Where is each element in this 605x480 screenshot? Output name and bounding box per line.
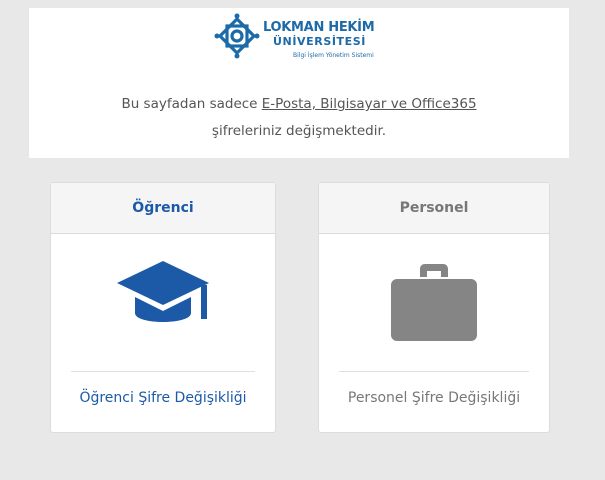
info-services: E-Posta, Bilgisayar ve Office365 bbox=[261, 96, 477, 112]
logo-subtitle: Bilgi İşlem Yönetim Sistemi bbox=[293, 52, 374, 59]
staff-password-change-link[interactable]: Personel Şifre Değişikliği bbox=[319, 390, 549, 406]
staff-card[interactable]: Personel Personel Şifre Değişikliği bbox=[318, 182, 550, 433]
student-password-change-link[interactable]: Öğrenci Şifre Değişikliği bbox=[51, 390, 275, 406]
info-message: Bu sayfadan sadece E-Posta, Bilgisayar v… bbox=[29, 91, 569, 145]
logo-name-line2: ÜNİVERSİTESİ bbox=[273, 35, 366, 48]
logo-name-line1: LOKMAN HEKİM bbox=[263, 20, 375, 35]
logo-emblem-icon bbox=[214, 13, 260, 59]
staff-card-title: Personel bbox=[319, 183, 549, 234]
student-card-title: Öğrenci bbox=[51, 183, 275, 234]
info-suffix: şifreleriniz değişmektedir. bbox=[211, 123, 387, 139]
info-prefix: Bu sayfadan sadece bbox=[121, 96, 262, 112]
briefcase-icon[interactable] bbox=[391, 261, 477, 341]
card-divider bbox=[339, 371, 529, 372]
card-divider bbox=[71, 371, 255, 372]
header-panel: LOKMAN HEKİM ÜNİVERSİTESİ Bilgi İşlem Yö… bbox=[29, 8, 569, 158]
student-card[interactable]: Öğrenci Öğrenci Şifre Değişikliği bbox=[50, 182, 276, 433]
university-logo: LOKMAN HEKİM ÜNİVERSİTESİ Bilgi İşlem Yö… bbox=[213, 12, 393, 66]
graduation-cap-icon[interactable] bbox=[117, 261, 209, 335]
